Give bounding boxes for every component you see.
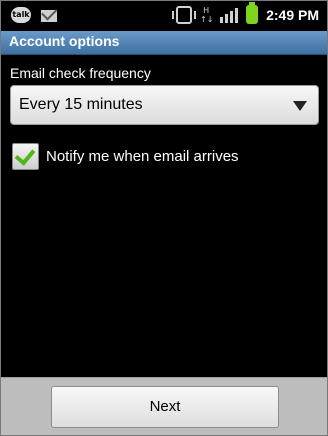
status-bar: talk H ↑↓ 2:49 PM xyxy=(1,1,327,30)
hspa-label: H xyxy=(203,5,210,15)
signal-icon xyxy=(220,7,239,23)
bottom-bar: Next xyxy=(1,377,327,435)
hspa-icon: H ↑↓ xyxy=(200,5,214,24)
notify-checkbox[interactable] xyxy=(12,143,39,170)
notify-label[interactable]: Notify me when email arrives xyxy=(46,148,239,165)
frequency-label: Email check frequency xyxy=(10,65,151,81)
checkmark-icon xyxy=(14,144,36,166)
frequency-selected-value: Every 15 minutes xyxy=(19,96,143,113)
vibrate-icon xyxy=(172,5,197,24)
next-button[interactable]: Next xyxy=(51,386,279,428)
dropdown-arrow-icon xyxy=(293,101,307,111)
talk-icon: talk xyxy=(11,7,31,23)
screen: talk H ↑↓ 2:49 PM Account options Email c… xyxy=(0,0,328,436)
title-bar: Account options xyxy=(1,31,327,55)
mail-icon xyxy=(41,9,57,22)
status-indicators: H ↑↓ 2:49 PM xyxy=(172,2,319,24)
page-title: Account options xyxy=(9,33,120,49)
status-clock: 2:49 PM xyxy=(266,6,319,23)
frequency-dropdown[interactable]: Every 15 minutes xyxy=(10,85,319,125)
battery-icon xyxy=(246,2,259,24)
status-notifications: talk xyxy=(11,7,57,23)
